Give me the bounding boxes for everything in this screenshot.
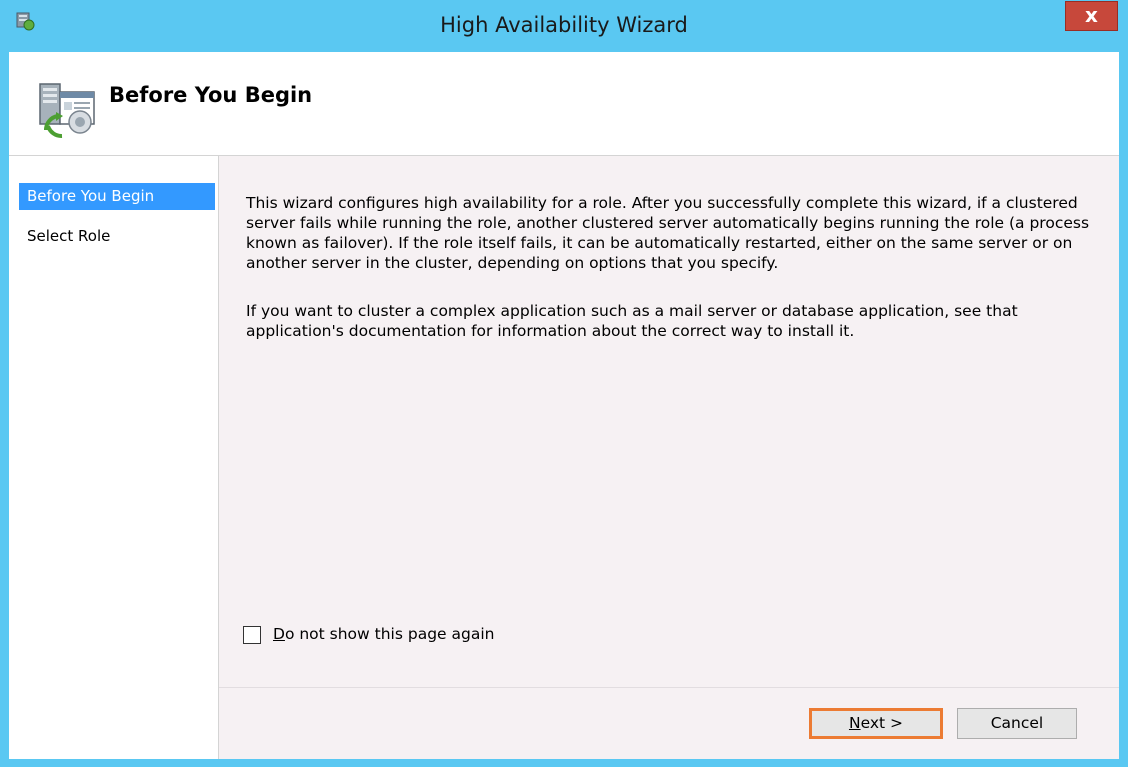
window-bottom-border xyxy=(0,759,1128,767)
page-title: Before You Begin xyxy=(109,83,313,107)
cancel-button[interactable]: Cancel xyxy=(957,708,1077,739)
next-button[interactable]: Next > xyxy=(809,708,943,739)
cluster-server-icon xyxy=(39,83,95,138)
intro-paragraph: This wizard configures high availability… xyxy=(246,194,1090,272)
wizard-window: High Availability Wizard x Before You Be… xyxy=(0,0,1128,767)
close-button[interactable]: x xyxy=(1065,1,1118,31)
do-not-show-again-label[interactable]: Do not show this page again xyxy=(273,625,494,643)
do-not-show-again-checkbox[interactable] xyxy=(243,626,261,644)
wizard-steps-sidebar: Before You Begin Select Role xyxy=(9,156,219,759)
sidebar-item-select-role[interactable]: Select Role xyxy=(19,223,215,250)
wizard-header: Before You Begin xyxy=(9,52,1119,156)
wizard-content: This wizard configures high availability… xyxy=(219,156,1119,759)
title-bar[interactable]: High Availability Wizard x xyxy=(0,0,1128,52)
sidebar-item-before-you-begin[interactable]: Before You Begin xyxy=(19,183,215,210)
button-divider xyxy=(219,687,1119,688)
close-icon: x xyxy=(1085,3,1098,27)
window-title: High Availability Wizard xyxy=(440,13,688,37)
cluster-app-paragraph: If you want to cluster a complex applica… xyxy=(246,302,1018,340)
